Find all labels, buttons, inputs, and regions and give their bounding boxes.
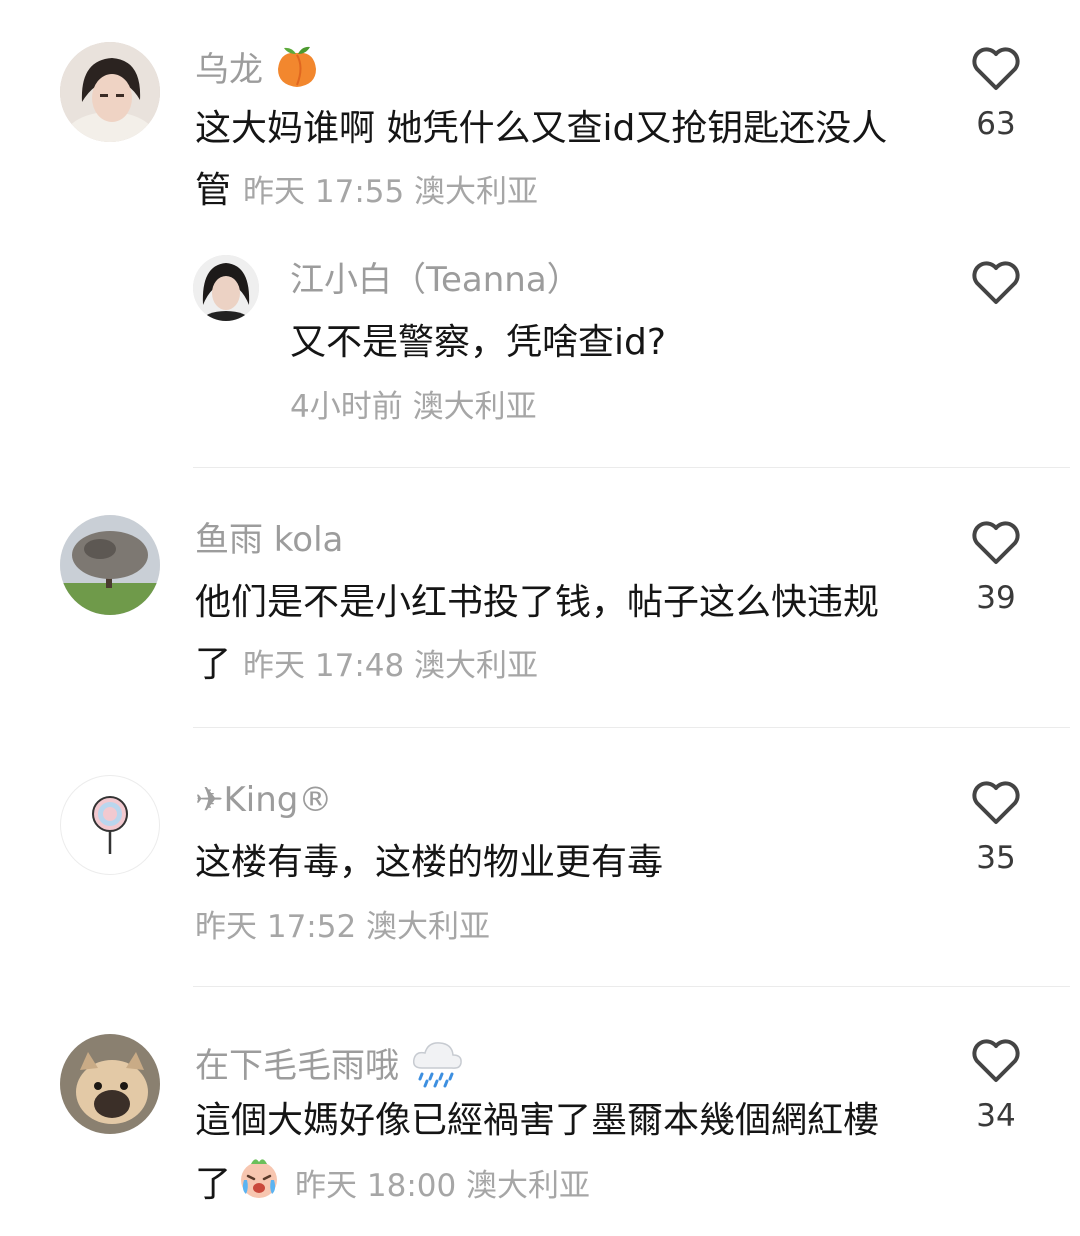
like-count: 35 — [976, 840, 1016, 876]
like-button[interactable]: 34 — [966, 1038, 1026, 1136]
avatar[interactable] — [60, 42, 160, 142]
avatar[interactable] — [60, 515, 160, 615]
comment-meta: 昨天 18:00 澳大利亚 — [295, 1168, 591, 1204]
avatar[interactable] — [60, 1034, 160, 1134]
reply-meta: 4小时前 澳大利亚 — [290, 389, 537, 425]
heart-icon — [972, 521, 1020, 564]
like-count: 63 — [976, 106, 1016, 142]
comment-text: 这大妈谁啊 她凭什么又查id又抢钥匙还没人管 昨天 17:55 澳大利亚 — [195, 108, 888, 211]
reply-username[interactable]: 江小白（Teanna） — [290, 260, 581, 300]
rain-cloud-icon — [410, 1038, 464, 1097]
divider — [193, 727, 1070, 728]
comment-text: 這個大媽好像已經禍害了墨爾本幾個網紅樓了 昨天 18:00 澳大利亚 — [195, 1090, 895, 1220]
username[interactable]: ✈King® — [195, 780, 332, 820]
heart-icon — [972, 47, 1020, 90]
like-button[interactable]: 63 — [966, 46, 1026, 144]
reply-like-button[interactable] — [966, 260, 1026, 306]
heart-icon — [972, 781, 1020, 824]
divider — [193, 986, 1070, 987]
comment-meta: 昨天 17:48 澳大利亚 — [243, 648, 539, 684]
like-count: 39 — [976, 580, 1016, 616]
comment-meta: 昨天 17:55 澳大利亚 — [243, 174, 539, 210]
heart-icon — [972, 261, 1020, 304]
reply-text: 又不是警察，凭啥查id? — [290, 322, 666, 363]
username[interactable]: 在下毛毛雨哦 — [195, 1038, 464, 1097]
divider — [193, 467, 1070, 468]
comment-meta: 昨天 17:52 澳大利亚 — [195, 909, 491, 945]
peach-icon — [274, 45, 320, 98]
like-button[interactable]: 39 — [966, 520, 1026, 618]
crying-face-icon — [235, 1152, 283, 1220]
reply-avatar[interactable] — [193, 255, 259, 321]
like-button[interactable]: 35 — [966, 780, 1026, 878]
username[interactable]: 鱼雨 kola — [195, 520, 343, 560]
like-count: 34 — [976, 1098, 1016, 1134]
comment-text: 这楼有毒，这楼的物业更有毒 — [195, 842, 664, 883]
comment-text: 他们是不是小红书投了钱，帖子这么快违规了 昨天 17:48 澳大利亚 — [195, 582, 880, 685]
heart-icon — [972, 1039, 1020, 1082]
avatar[interactable] — [60, 775, 160, 875]
username[interactable]: 乌龙 — [195, 45, 320, 98]
